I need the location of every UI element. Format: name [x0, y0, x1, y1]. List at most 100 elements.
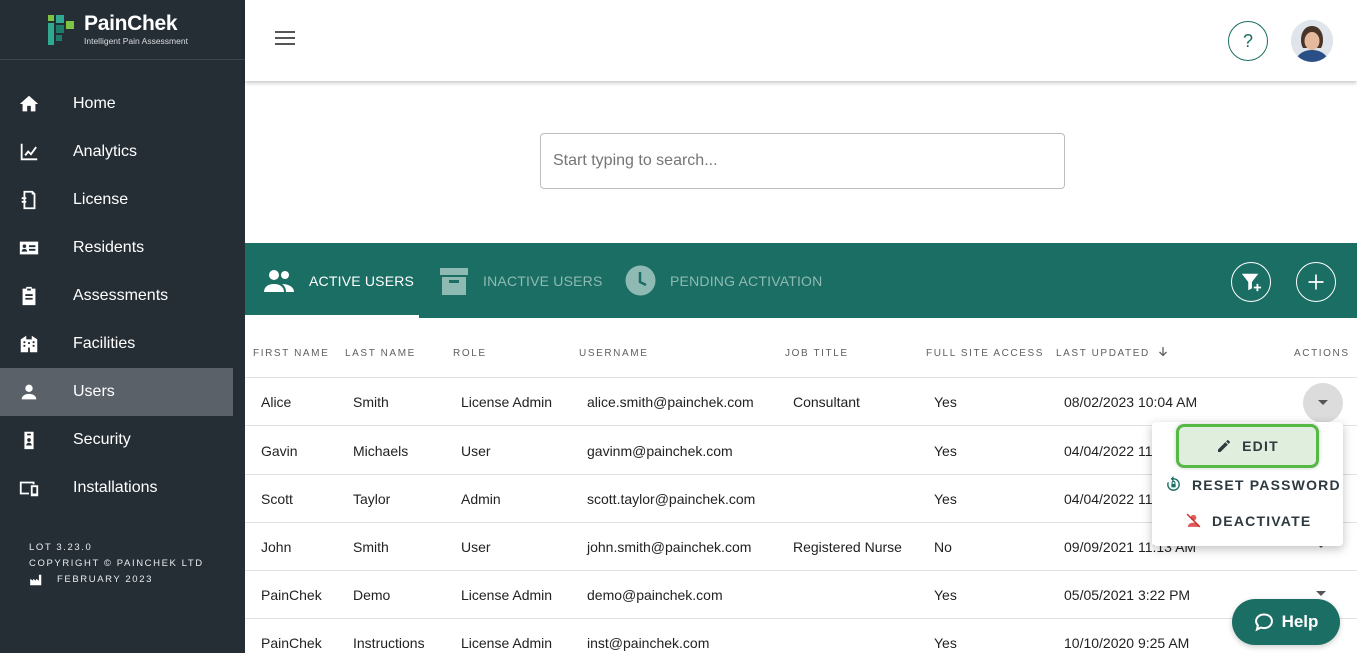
help-circle-button[interactable]: ? — [1228, 21, 1268, 61]
analytics-icon — [17, 140, 41, 164]
sidebar-item-assessments[interactable]: Assessments — [0, 272, 233, 320]
security-icon — [17, 428, 41, 452]
col-last-name[interactable]: LAST NAME — [345, 348, 416, 359]
tab-pending-activation[interactable]: PENDING ACTIVATION — [625, 243, 822, 318]
assessments-icon — [17, 284, 41, 308]
col-last-updated[interactable]: LAST UPDATED — [1056, 348, 1150, 359]
home-icon — [17, 92, 41, 116]
cell-last-updated: 08/02/2023 10:04 AM — [1064, 394, 1198, 410]
table-row[interactable]: PainChek Instructions License Admin inst… — [245, 619, 1357, 653]
top-bar: ? — [245, 0, 1357, 81]
tabs-bar: ACTIVE USERS INACTIVE USERS PENDING ACTI… — [245, 243, 1357, 318]
tab-active-users[interactable]: ACTIVE USERS — [263, 243, 414, 318]
archive-icon — [440, 267, 468, 295]
row-actions-dropdown-icon[interactable] — [1303, 383, 1343, 423]
cell-full-site-access: Yes — [934, 443, 957, 459]
col-first-name[interactable]: FIRST NAME — [253, 348, 329, 359]
cell-role: License Admin — [461, 587, 553, 603]
sidebar-item-installations[interactable]: Installations — [0, 464, 233, 512]
cell-role: User — [461, 539, 491, 555]
sidebar-item-analytics[interactable]: Analytics — [0, 128, 233, 176]
cell-role: License Admin — [461, 394, 553, 410]
lock-reset-icon — [1167, 476, 1180, 491]
clock-icon — [625, 265, 656, 296]
table-row[interactable]: Alice Smith License Admin alice.smith@pa… — [245, 378, 1357, 426]
painchek-logo-icon — [46, 13, 78, 47]
avatar[interactable] — [1291, 20, 1333, 62]
add-user-button[interactable] — [1296, 262, 1336, 302]
sidebar-item-label: Facilities — [73, 335, 136, 352]
brand-tagline: Intelligent Pain Assessment — [84, 36, 188, 46]
cell-last-name: Michaels — [353, 443, 409, 459]
sidebar-item-users[interactable]: Users — [0, 368, 233, 416]
cell-full-site-access: No — [934, 539, 952, 555]
cell-first-name: Scott — [261, 491, 293, 507]
tab-label: ACTIVE USERS — [309, 272, 415, 289]
sidebar: PainChek Intelligent Pain Assessment Hom… — [0, 0, 245, 653]
copyright-text: COPYRIGHT © PAINCHEK LTD — [29, 558, 204, 569]
reset-password-menu-item[interactable]: RESET PASSWORD — [1165, 476, 1341, 493]
cell-username: scott.taylor@painchek.com — [587, 491, 756, 507]
cell-last-name: Instructions — [353, 635, 425, 651]
cell-job-title: Consultant — [793, 394, 860, 410]
table-header: FIRST NAME LAST NAME ROLE USERNAME JOB T… — [245, 330, 1357, 378]
cell-username: alice.smith@painchek.com — [587, 394, 754, 410]
cell-username: john.smith@painchek.com — [587, 539, 752, 555]
table-row[interactable]: PainChek Demo License Admin demo@painche… — [245, 571, 1357, 619]
edit-label: EDIT — [1242, 438, 1279, 454]
search-input[interactable] — [541, 134, 1064, 188]
cell-first-name: PainChek — [261, 635, 322, 651]
help-chat-button[interactable]: Help — [1232, 599, 1340, 645]
sidebar-item-security[interactable]: Security — [0, 416, 233, 464]
reset-password-label: RESET PASSWORD — [1192, 476, 1341, 493]
residents-icon — [17, 236, 41, 260]
sidebar-item-label: License — [73, 191, 129, 208]
cell-role: User — [461, 443, 491, 459]
cell-last-updated: 05/05/2021 3:22 PM — [1064, 587, 1191, 603]
cell-full-site-access: Yes — [934, 394, 957, 410]
help-label: Help — [1281, 612, 1319, 631]
col-role[interactable]: ROLE — [453, 348, 487, 359]
row-actions-menu: EDIT RESET PASSWORD DEACTIVATE — [1152, 422, 1343, 546]
cell-username: inst@painchek.com — [587, 635, 710, 651]
tab-label: INACTIVE USERS — [483, 272, 603, 289]
menu-icon[interactable] — [275, 31, 295, 49]
sidebar-item-home[interactable]: Home — [0, 80, 233, 128]
brand-logo[interactable]: PainChek Intelligent Pain Assessment — [0, 0, 245, 60]
cell-username: gavinm@painchek.com — [587, 443, 733, 459]
tab-label: PENDING ACTIVATION — [670, 272, 823, 289]
cell-full-site-access: Yes — [934, 491, 957, 507]
release-date: FEBRUARY 2023 — [57, 574, 153, 585]
sidebar-nav: Home Analytics License Residents Assessm… — [0, 80, 245, 512]
sidebar-footer: LOT 3.23.0 COPYRIGHT © PAINCHEK LTD FEBR… — [29, 540, 204, 588]
col-username[interactable]: USERNAME — [579, 348, 648, 359]
col-full-site-access[interactable]: FULL SITE ACCESS — [926, 348, 1044, 359]
deactivate-user-icon — [1186, 513, 1201, 528]
sidebar-item-license[interactable]: License — [0, 176, 233, 224]
sort-arrow-icon[interactable] — [1157, 346, 1169, 361]
cell-last-updated: 04/04/2022 11 — [1064, 491, 1153, 507]
sidebar-item-facilities[interactable]: Facilities — [0, 320, 233, 368]
active-tab-indicator — [245, 315, 419, 318]
sidebar-item-label: Security — [73, 431, 131, 448]
col-job-title[interactable]: JOB TITLE — [785, 348, 849, 359]
deactivate-menu-item[interactable]: DEACTIVATE — [1185, 512, 1311, 529]
chat-bubble-icon — [1254, 613, 1273, 632]
cell-last-name: Demo — [353, 587, 391, 603]
search-field[interactable] — [540, 133, 1065, 189]
sidebar-item-label: Installations — [73, 479, 158, 496]
cell-first-name: Gavin — [261, 443, 298, 459]
cell-last-name: Smith — [353, 539, 389, 555]
cell-role: Admin — [461, 491, 501, 507]
plus-icon — [1308, 274, 1324, 290]
filter-plus-icon — [1241, 273, 1262, 292]
cell-first-name: John — [261, 539, 292, 555]
cell-last-name: Taylor — [353, 491, 391, 507]
sidebar-item-residents[interactable]: Residents — [0, 224, 233, 272]
filter-add-button[interactable] — [1231, 262, 1271, 302]
cell-first-name: Alice — [261, 394, 292, 410]
sidebar-item-label: Residents — [73, 239, 145, 256]
edit-menu-item[interactable]: EDIT — [1176, 424, 1319, 468]
tab-inactive-users[interactable]: INACTIVE USERS — [439, 243, 603, 318]
cell-role: License Admin — [461, 635, 553, 651]
